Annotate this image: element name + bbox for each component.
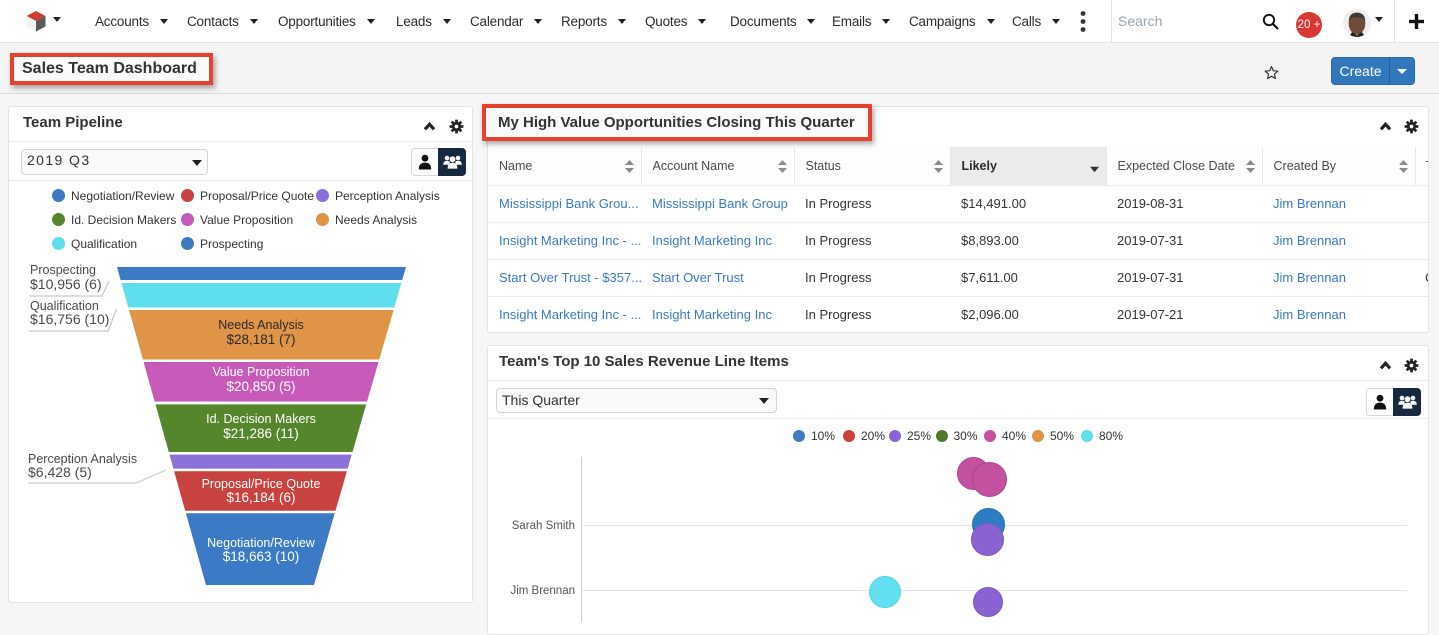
svg-text:$10,956 (6): $10,956 (6) — [30, 276, 102, 292]
svg-text:$16,184 (6): $16,184 (6) — [226, 490, 295, 505]
svg-text:Proposal/Price Quote: Proposal/Price Quote — [202, 477, 321, 491]
svg-text:$21,286 (11): $21,286 (11) — [223, 426, 299, 441]
svg-text:$20,850 (5): $20,850 (5) — [226, 379, 295, 394]
svg-text:$18,663 (10): $18,663 (10) — [223, 549, 300, 564]
svg-text:Negotiation/Review: Negotiation/Review — [207, 536, 316, 550]
svg-text:$28,181 (7): $28,181 (7) — [226, 332, 295, 347]
svg-text:Prospecting: Prospecting — [30, 263, 96, 277]
svg-text:Needs Analysis: Needs Analysis — [218, 318, 303, 332]
svg-text:$16,756 (10): $16,756 (10) — [30, 311, 109, 327]
svg-text:Id. Decision Makers: Id. Decision Makers — [206, 412, 316, 426]
svg-text:Value Proposition: Value Proposition — [212, 365, 309, 379]
svg-text:$6,428 (5): $6,428 (5) — [28, 464, 92, 480]
